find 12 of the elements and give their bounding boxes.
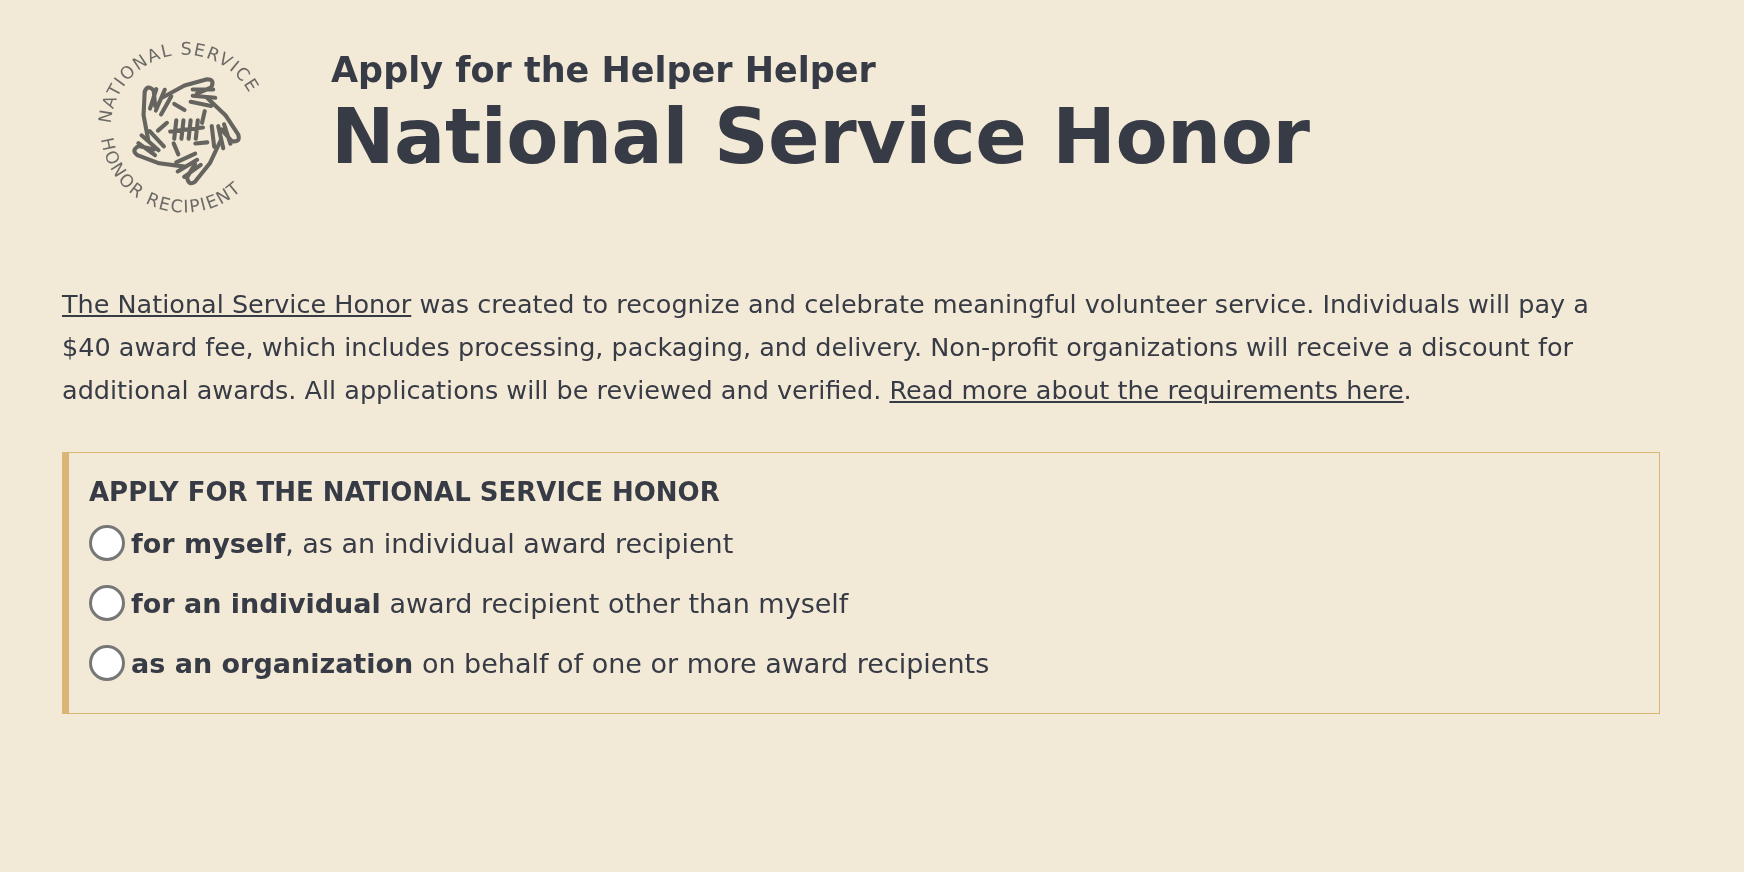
form-heading: APPLY FOR THE NATIONAL SERVICE HONOR: [89, 477, 721, 507]
page-title: National Service Honor: [331, 92, 1310, 181]
page-subtitle: Apply for the Helper Helper: [331, 50, 877, 90]
radio-button[interactable]: [89, 585, 125, 621]
radio-button[interactable]: [89, 645, 125, 681]
radio-button[interactable]: [89, 525, 125, 561]
honor-link[interactable]: The National Service Honor: [62, 289, 412, 319]
intro-paragraph: The National Service Honor was created to recognize and celebrate meaningful volunteer service. Individuals will pay a $40 award fee, which includes processing, packaging, and delivery. Non-profit organizations will receive a discount for additional awards. All applications will be reviewed and verified. Read more about the requirements here.: [62, 288, 1590, 407]
option-label[interactable]: as an organization on behalf of one or more award recipients: [131, 647, 990, 679]
option-label[interactable]: for myself, as an individual award recipient: [131, 527, 734, 559]
requirements-link[interactable]: Read more about the requirements here: [889, 375, 1404, 405]
option-label[interactable]: for an individual award recipient other than myself: [131, 587, 849, 619]
